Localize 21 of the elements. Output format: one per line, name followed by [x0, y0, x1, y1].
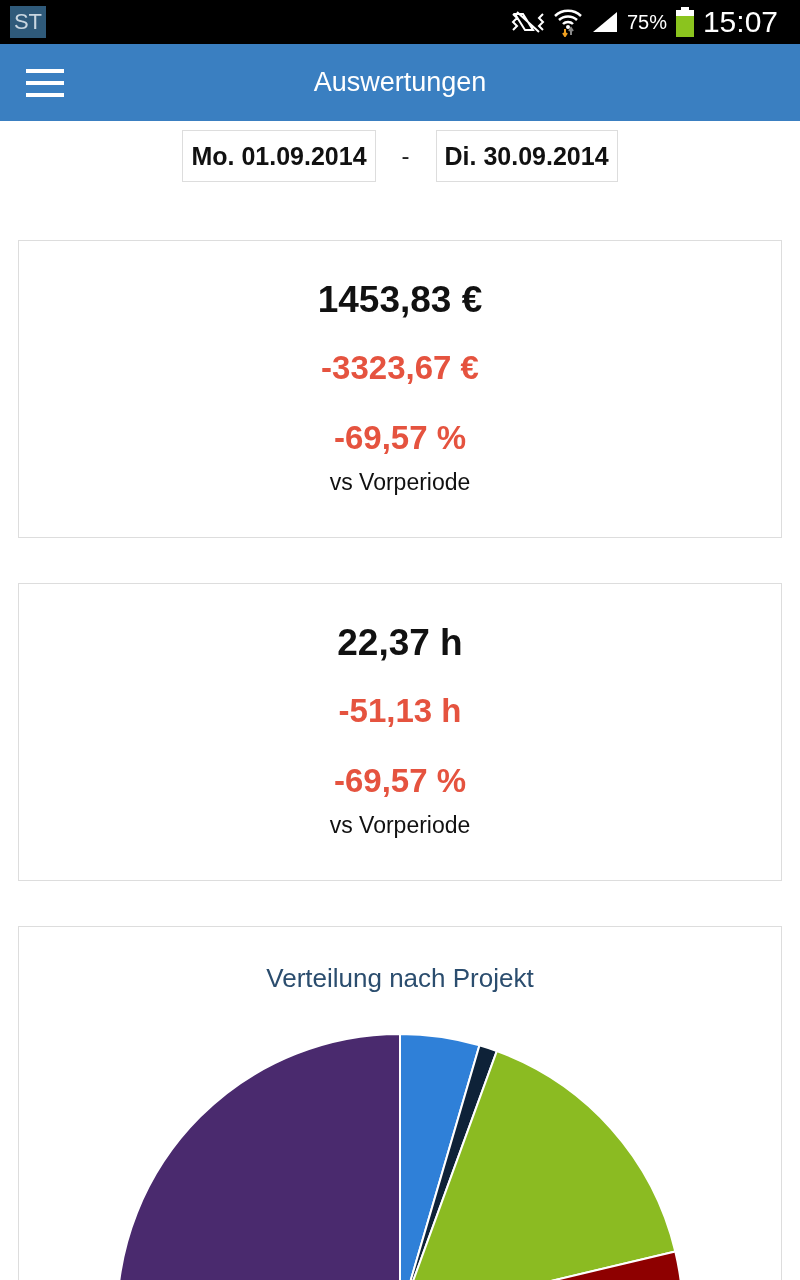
mute-icon	[510, 10, 545, 34]
clock: 15:07	[702, 5, 778, 39]
chart-title: Verteilung nach Projekt	[266, 963, 534, 994]
end-date-button[interactable]: Di. 30.09.2014	[435, 130, 618, 182]
comparison-caption: vs Vorperiode	[329, 812, 471, 839]
change-percent: -69,57 %	[333, 419, 467, 458]
menu-button[interactable]	[26, 68, 64, 98]
date-separator: -	[401, 142, 410, 170]
app-badge: ST	[10, 6, 46, 38]
change-percent: -69,57 %	[333, 762, 467, 801]
battery-percent: 75%	[626, 10, 667, 34]
wifi-icon	[552, 7, 583, 37]
menu-icon	[26, 68, 64, 98]
screen-title: Auswertungen	[313, 67, 487, 98]
change-value: -51,13 h	[338, 692, 462, 731]
total-value: 1453,83 €	[317, 279, 483, 322]
comparison-caption: vs Vorperiode	[329, 469, 471, 496]
change-value: -3323,67 €	[321, 349, 479, 388]
start-date-button[interactable]: Mo. 01.09.2014	[182, 130, 376, 182]
total-value: 22,37 h	[337, 622, 463, 665]
battery-icon	[674, 7, 695, 37]
